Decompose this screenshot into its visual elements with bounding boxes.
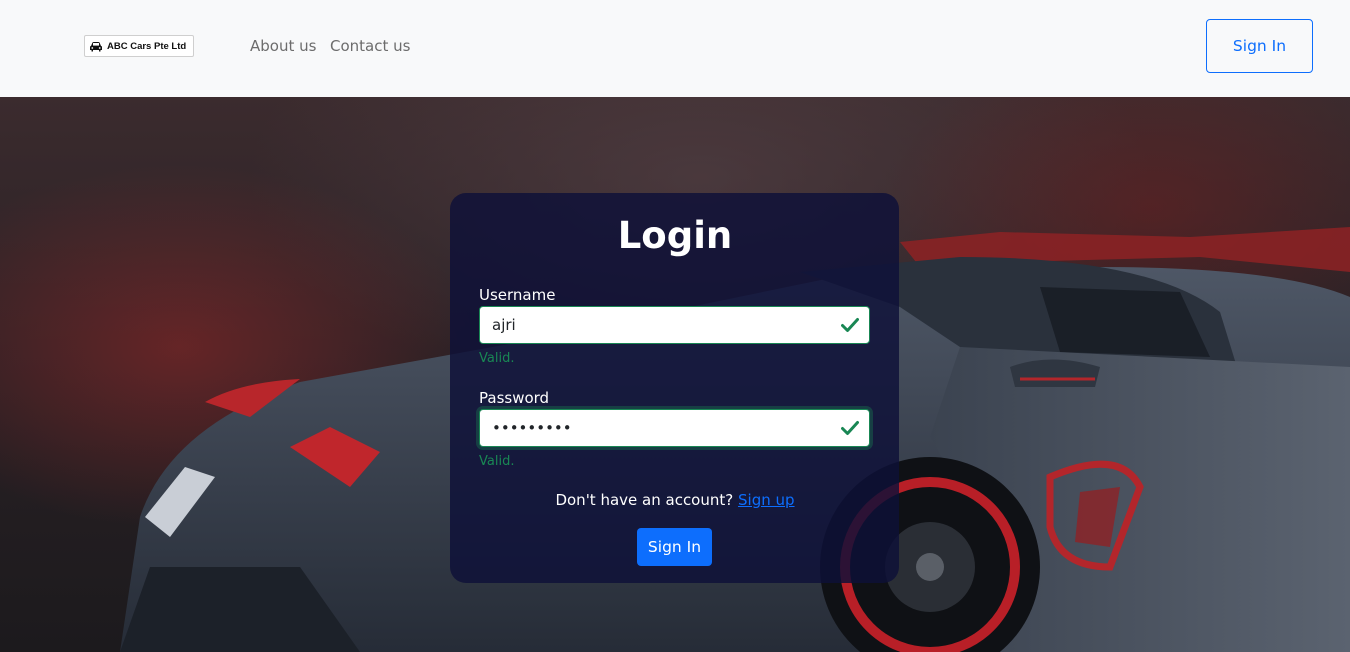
check-icon	[841, 421, 859, 435]
nav-link-about[interactable]: About us	[250, 37, 316, 55]
password-field[interactable]	[479, 409, 870, 447]
login-submit-button[interactable]: Sign In	[637, 528, 712, 566]
nav-link-contact[interactable]: Contact us	[330, 37, 410, 55]
nav-signin-button[interactable]: Sign In	[1206, 19, 1313, 73]
username-input[interactable]	[480, 307, 830, 343]
password-valid-feedback: Valid.	[479, 454, 515, 469]
brand-logo[interactable]: ABC Cars Pte Ltd	[84, 35, 194, 57]
password-label: Password	[479, 389, 550, 407]
car-icon	[90, 41, 102, 51]
check-icon	[841, 318, 859, 332]
username-valid-feedback: Valid.	[479, 351, 515, 366]
login-title: Login	[617, 214, 733, 257]
brand-name: ABC Cars Pte Ltd	[107, 40, 187, 52]
signup-link[interactable]: Sign up	[738, 491, 795, 509]
username-field[interactable]	[479, 306, 870, 344]
signup-prompt: Don't have an account? Sign up	[0, 491, 1350, 509]
navbar: ABC Cars Pte Ltd About us Contact us Sig…	[0, 0, 1350, 97]
username-label: Username	[479, 286, 556, 304]
no-account-text: Don't have an account?	[555, 491, 734, 509]
password-input[interactable]	[480, 410, 830, 446]
